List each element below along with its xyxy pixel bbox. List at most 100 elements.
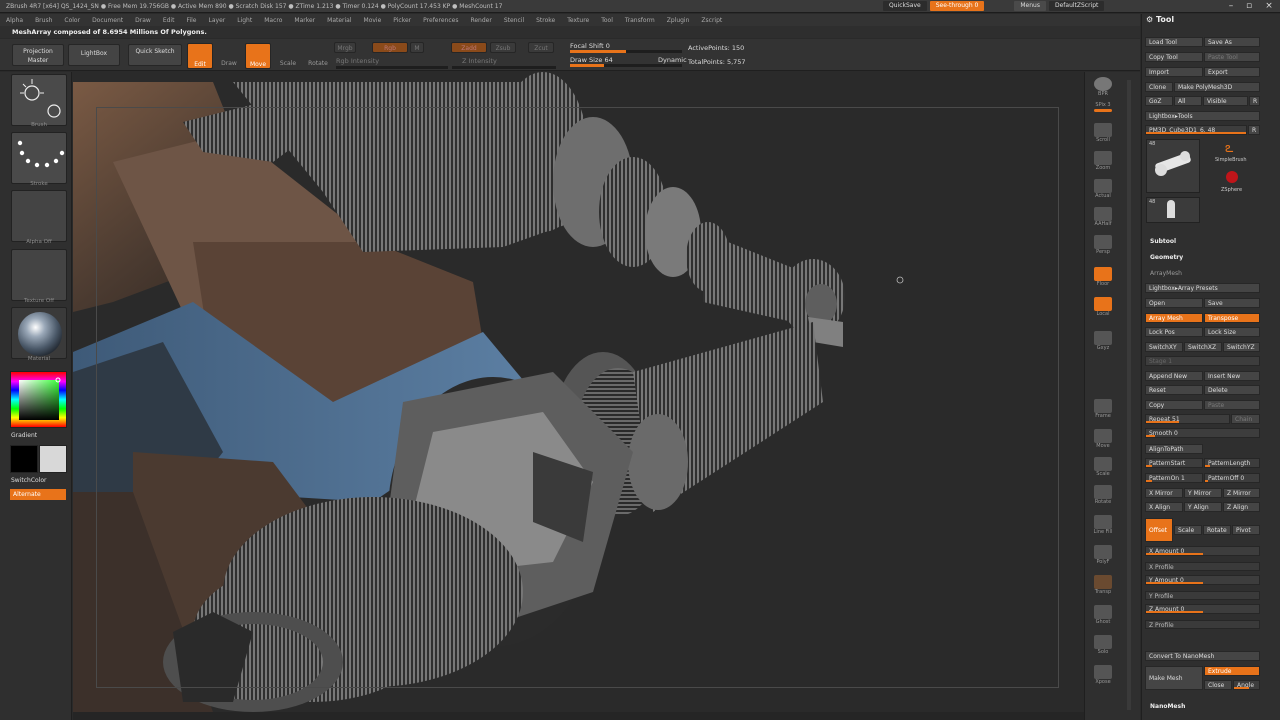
color-picker[interactable] [10,371,67,428]
menu-brush[interactable]: Brush [29,17,58,24]
menu-material[interactable]: Material [321,17,357,24]
menu-edit[interactable]: Edit [157,17,181,24]
focal-shift-slider[interactable] [570,50,682,53]
scale-view-button[interactable]: Scale [1088,456,1118,480]
r-button[interactable]: R [1249,96,1260,106]
menu-draw[interactable]: Draw [129,17,157,24]
rgb-intensity-slider[interactable] [336,66,448,69]
material-slot[interactable] [11,307,67,359]
array-open-button[interactable]: Open [1145,298,1203,308]
rgb-button[interactable]: Rgb [372,42,408,53]
floor-button[interactable]: Floor [1088,266,1118,290]
offset-button[interactable]: Offset [1145,518,1173,542]
x-amount-slider[interactable]: X Amount 0 [1145,546,1260,556]
menu-texture[interactable]: Texture [561,17,595,24]
x-mirror-button[interactable]: X Mirror [1145,488,1183,498]
transpose-toggle[interactable]: Transpose [1204,313,1260,323]
pattern-off-slider[interactable]: PatternOff 0 [1204,473,1260,483]
goz-button[interactable]: GoZ [1145,96,1173,106]
quicksave-button[interactable]: QuickSave [883,1,927,11]
maximize-icon[interactable]: ▫ [1242,0,1256,12]
m-button[interactable]: M [410,42,424,53]
xpose-button[interactable]: Xpose [1088,664,1118,688]
right-shelf-scrollbar[interactable] [1127,80,1131,710]
secondary-tool-thumbnail[interactable]: 48 [1146,197,1200,223]
visible-button[interactable]: Visible [1203,96,1248,106]
tool-panel-title[interactable]: ⚙ Tool [1146,15,1276,27]
export-button[interactable]: Export [1204,67,1260,77]
secondary-color-swatch[interactable] [39,445,67,473]
align-to-path-button[interactable]: AlignToPath [1145,444,1203,454]
menu-layer[interactable]: Layer [203,17,232,24]
primary-color-swatch[interactable] [10,445,38,473]
rgb-intensity-label[interactable]: Rgb Intensity [336,57,379,65]
gradient-label[interactable]: Gradient [11,432,37,439]
menu-macro[interactable]: Macro [258,17,288,24]
menu-transform[interactable]: Transform [619,17,661,24]
alpha-slot[interactable] [11,190,67,242]
draw-button[interactable]: Draw [217,43,241,69]
bpr-button[interactable]: BPR [1088,76,1118,100]
brush-slot[interactable] [11,74,67,126]
z-intensity-slider[interactable] [452,66,556,69]
extrude-toggle[interactable]: Extrude [1204,666,1260,676]
zsphere-tool[interactable]: ZSphere [1209,169,1257,195]
draw-size-slider[interactable] [570,64,682,67]
pattern-on-slider[interactable]: PatternOn 1 [1145,473,1203,483]
line-fill-button[interactable]: Line Fill [1088,514,1118,538]
subtool-section[interactable]: Subtool [1150,238,1176,245]
see-through-slider[interactable]: See-through 0 [929,1,985,11]
menu-tool[interactable]: Tool [595,17,619,24]
switch-xz-button[interactable]: SwitchXZ [1184,342,1222,352]
scale-mode-button[interactable]: Scale [1174,525,1202,535]
array-mesh-toggle[interactable]: Array Mesh [1145,313,1203,323]
transp-button[interactable]: Transp [1088,574,1118,598]
menu-stencil[interactable]: Stencil [498,17,530,24]
tool-count-r-button[interactable]: R [1248,125,1260,135]
menu-color[interactable]: Color [58,17,86,24]
geometry-section[interactable]: Geometry [1150,254,1183,261]
switch-color-button[interactable]: SwitchColor [11,477,47,484]
rotate-mode-button[interactable]: Rotate [1203,525,1231,535]
quick-sketch-button[interactable]: Quick Sketch [128,44,182,66]
zoom-button[interactable]: Zoom [1088,150,1118,174]
current-tool-slider[interactable]: PM3D_Cube3D1_6. 48 [1145,125,1247,135]
edit-button[interactable]: Edit [187,43,213,69]
current-tool-thumbnail[interactable]: 48 [1146,139,1200,193]
gxyz-button[interactable]: Gxyz [1088,330,1118,354]
paste-button[interactable]: Paste [1204,400,1260,410]
stroke-slot[interactable] [11,132,67,184]
import-button[interactable]: Import [1145,67,1203,77]
focal-shift-label[interactable]: Focal Shift 0 [570,42,610,50]
all-button[interactable]: All [1174,96,1202,106]
y-mirror-button[interactable]: Y Mirror [1184,488,1222,498]
delete-button[interactable]: Delete [1204,385,1260,395]
z-amount-slider[interactable]: Z Amount 0 [1145,604,1260,614]
viewport-canvas[interactable] [73,72,1084,712]
move-button[interactable]: Move [245,43,271,69]
copy-button[interactable]: Copy [1145,400,1203,410]
menu-document[interactable]: Document [86,17,129,24]
angle-slider[interactable]: Angle [1233,680,1260,690]
scale-button[interactable]: Scale [276,43,300,69]
actual-button[interactable]: Actual [1088,178,1118,202]
frame-button[interactable]: Frame [1088,398,1118,422]
convert-to-nanomesh-button[interactable]: Convert To NanoMesh [1145,651,1260,661]
menu-zplugin[interactable]: Zplugin [661,17,696,24]
menu-picker[interactable]: Picker [387,17,417,24]
menu-marker[interactable]: Marker [288,17,321,24]
aahalf-button[interactable]: AAHalf [1088,206,1118,230]
stage-slider[interactable]: Stage 1 [1145,356,1260,366]
y-align-button[interactable]: Y Align [1184,502,1222,512]
close-icon[interactable]: × [1262,0,1276,12]
draw-size-label[interactable]: Draw Size 64 [570,56,613,64]
x-align-button[interactable]: X Align [1145,502,1183,512]
smooth-slider[interactable]: Smooth 0 [1145,428,1260,438]
menu-stroke[interactable]: Stroke [530,17,561,24]
paste-tool-button[interactable]: Paste Tool [1204,52,1260,62]
save-as-button[interactable]: Save As [1204,37,1260,47]
zadd-button[interactable]: Zadd [451,42,487,53]
zsub-button[interactable]: Zsub [490,42,516,53]
lock-size-button[interactable]: Lock Size [1204,327,1260,337]
solo-button[interactable]: Solo [1088,634,1118,658]
